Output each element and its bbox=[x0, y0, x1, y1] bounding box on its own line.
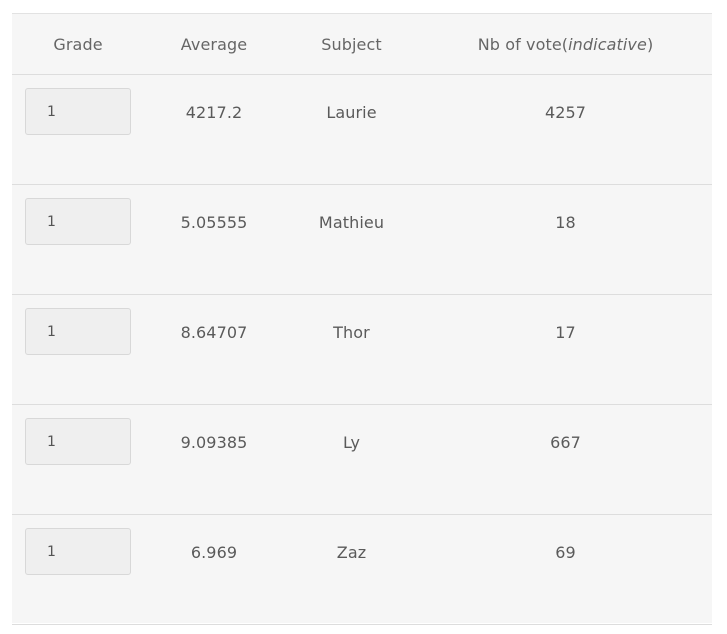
header-votes-prefix: Nb of vote( bbox=[477, 34, 569, 54]
table-row: 5.05555 Mathieu 18 bbox=[12, 185, 712, 295]
average-cell: 8.64707 bbox=[180, 323, 248, 342]
average-cell: 4217.2 bbox=[185, 103, 243, 122]
average-cell: 6.969 bbox=[190, 543, 238, 562]
header-votes-italic: indicative bbox=[568, 34, 647, 54]
votes-cell: 4257 bbox=[544, 103, 587, 122]
subject-cell: Mathieu bbox=[318, 213, 385, 232]
subject-cell: Zaz bbox=[336, 543, 367, 562]
grade-input[interactable] bbox=[25, 198, 131, 245]
average-cell: 5.05555 bbox=[180, 213, 248, 232]
table-header: Grade Average Subject Nb of vote(indicat… bbox=[12, 14, 712, 75]
votes-cell: 18 bbox=[555, 213, 576, 232]
votes-cell: 667 bbox=[550, 433, 581, 452]
grade-input[interactable] bbox=[25, 418, 131, 465]
header-votes: Nb of vote(indicative) bbox=[419, 14, 712, 74]
header-average: Average bbox=[180, 34, 248, 54]
table-row: 4217.2 Laurie 4257 bbox=[12, 75, 712, 185]
header-subject: Subject bbox=[321, 34, 382, 54]
votes-cell: 17 bbox=[555, 323, 576, 342]
subject-cell: Ly bbox=[342, 433, 361, 452]
grade-input[interactable] bbox=[25, 528, 131, 575]
header-grade: Grade bbox=[53, 34, 103, 54]
table-row: 6.969 Zaz 69 bbox=[12, 515, 712, 625]
grades-table: Grade Average Subject Nb of vote(indicat… bbox=[12, 13, 712, 625]
average-cell: 9.09385 bbox=[180, 433, 248, 452]
grade-input[interactable] bbox=[25, 308, 131, 355]
header-votes-suffix: ) bbox=[646, 34, 654, 54]
table-row: 8.64707 Thor 17 bbox=[12, 295, 712, 405]
table-row: 9.09385 Ly 667 bbox=[12, 405, 712, 515]
subject-cell: Laurie bbox=[326, 103, 377, 122]
votes-cell: 69 bbox=[555, 543, 576, 562]
grade-input[interactable] bbox=[25, 88, 131, 135]
subject-cell: Thor bbox=[333, 323, 370, 342]
